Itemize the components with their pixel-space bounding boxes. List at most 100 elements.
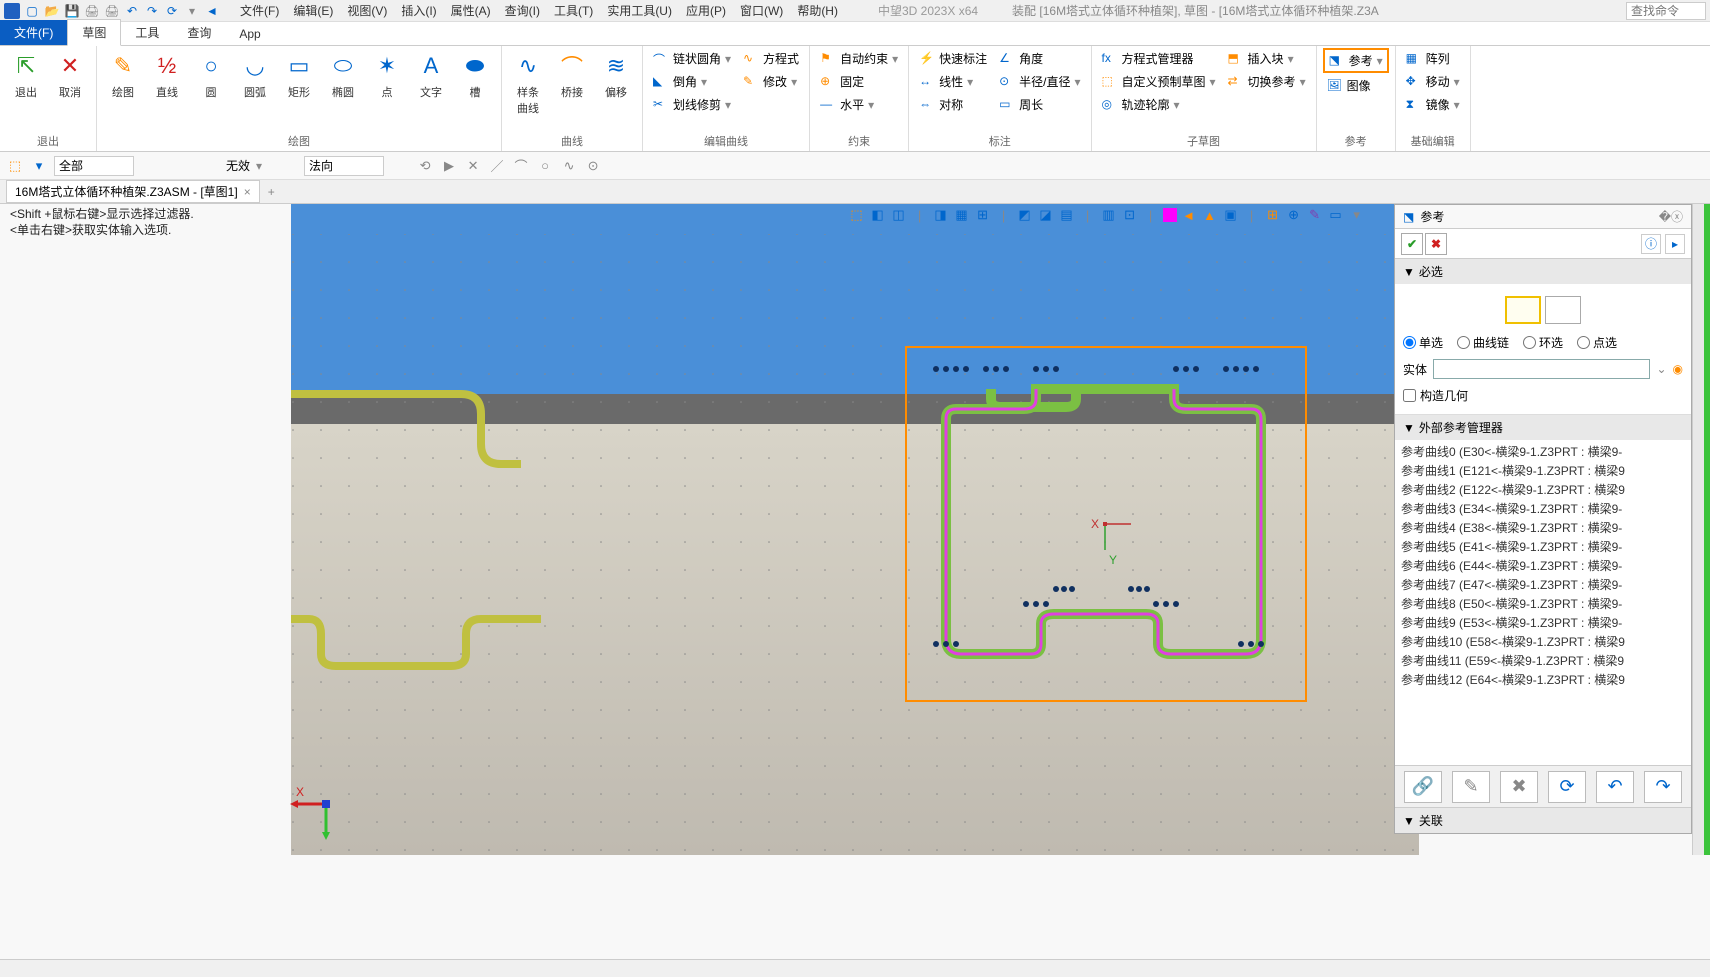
tab-query[interactable]: 查询 [173,20,225,45]
list-item[interactable]: 参考曲线4 (E38<-横梁9-1.Z3PRT : 横梁9- [1399,518,1687,537]
reference-button[interactable]: ⬔参考▾ [1323,48,1389,73]
menu-query[interactable]: 查询(I) [499,0,546,21]
ok-button[interactable]: ✔ [1401,233,1423,255]
link-button[interactable]: 🔗 [1404,771,1442,803]
vp-icon-19[interactable]: ▭ [1327,206,1345,224]
perimeter-button[interactable]: ▭周长 [995,94,1084,115]
entity-drop-icon[interactable]: ⌄ [1656,362,1666,376]
ref-mode-1[interactable] [1505,296,1541,324]
cancel-button[interactable]: ✕取消 [50,48,90,102]
section-required[interactable]: ▼ 必选 [1395,259,1691,284]
circle-button[interactable]: ○圆 [191,48,231,102]
play2-icon[interactable]: ▶ [440,157,458,175]
trace-button[interactable]: ◎轨迹轮廓▾ [1098,94,1220,115]
eqmgr-button[interactable]: fx方程式管理器 [1098,48,1220,69]
redo-ref-button[interactable]: ↷ [1644,771,1682,803]
section-mgr[interactable]: ▼ 外部参考管理器 [1395,415,1691,440]
vp-icon-2[interactable]: ◧ [869,206,887,224]
tab-app[interactable]: App [225,23,274,45]
fix-button[interactable]: ⊕固定 [816,71,902,92]
vp-icon-8[interactable]: ◪ [1037,206,1055,224]
invalid-drop[interactable]: ▾ [256,159,262,173]
menu-attr[interactable]: 属性(A) [445,0,497,21]
menu-help[interactable]: 帮助(H) [791,0,844,21]
tab-tools[interactable]: 工具 [121,20,173,45]
print-icon[interactable]: 🖨 [84,3,100,19]
info-button[interactable]: ⓘ [1641,234,1661,254]
entity-pick-icon[interactable]: ◉ [1673,362,1683,376]
radio-loop[interactable]: 环选 [1523,334,1563,351]
radius-button[interactable]: ⊙半径/直径▾ [995,71,1084,92]
mirror-button[interactable]: ⧗镜像▾ [1402,94,1464,115]
exit-button[interactable]: ⇱退出 [6,48,46,102]
entity-input[interactable] [1433,359,1650,379]
list-item[interactable]: 参考曲线1 (E121<-横梁9-1.Z3PRT : 横梁9 [1399,461,1687,480]
vp-icon-1[interactable]: ⬚ [848,206,866,224]
vp-icon-14[interactable]: ▲ [1201,206,1219,224]
radio-point[interactable]: 点选 [1577,334,1617,351]
list-item[interactable]: 参考曲线11 (E59<-横梁9-1.Z3PRT : 横梁9 [1399,651,1687,670]
delete-button[interactable]: ✖ [1500,771,1538,803]
play4-icon[interactable]: ／ [488,157,506,175]
auto-constraint-button[interactable]: ⚑自动约束▾ [816,48,902,69]
back-icon[interactable]: ◄ [204,3,220,19]
list-item[interactable]: 参考曲线12 (E64<-横梁9-1.Z3PRT : 横梁9 [1399,670,1687,689]
filter-combo[interactable]: 全部 [54,156,134,176]
spline-button[interactable]: ∿样条曲线 [508,48,548,118]
draw-button[interactable]: ✎绘图 [103,48,143,102]
expand-button[interactable]: ▸ [1665,234,1685,254]
vp-icon-13[interactable]: ◄ [1180,206,1198,224]
vp-icon-15[interactable]: ▣ [1222,206,1240,224]
equation-button[interactable]: ∿方程式 [739,48,803,69]
image-button[interactable]: 🖼图像 [1323,75,1389,96]
vp-icon-3[interactable]: ◫ [890,206,908,224]
edit-button[interactable]: ✎ [1452,771,1490,803]
list-item[interactable]: 参考曲线10 (E58<-横梁9-1.Z3PRT : 横梁9 [1399,632,1687,651]
text-button[interactable]: A文字 [411,48,451,102]
list-item[interactable]: 参考曲线0 (E30<-横梁9-1.Z3PRT : 横梁9- [1399,442,1687,461]
chain-fillet-button[interactable]: ⌒链状圆角▾ [649,48,735,69]
rect-button[interactable]: ▭矩形 [279,48,319,102]
new-icon[interactable]: ▢ [24,3,40,19]
list-item[interactable]: 参考曲线3 (E34<-横梁9-1.Z3PRT : 横梁9- [1399,499,1687,518]
vp-icon-9[interactable]: ▤ [1058,206,1076,224]
array-button[interactable]: ▦阵列 [1402,48,1464,69]
play8-icon[interactable]: ⊙ [584,157,602,175]
panel-close-icon[interactable]: �ⓧ [1659,208,1683,225]
search-command-input[interactable] [1626,2,1706,20]
list-item[interactable]: 参考曲线6 (E44<-横梁9-1.Z3PRT : 横梁9- [1399,556,1687,575]
vp-icon-11[interactable]: ⊡ [1121,206,1139,224]
horizontal-button[interactable]: —水平▾ [816,94,902,115]
vp-icon-16[interactable]: ⊞ [1264,206,1282,224]
list-item[interactable]: 参考曲线9 (E53<-横梁9-1.Z3PRT : 横梁9- [1399,613,1687,632]
list-item[interactable]: 参考曲线2 (E122<-横梁9-1.Z3PRT : 横梁9 [1399,480,1687,499]
refresh-all-button[interactable]: ⟳ [1548,771,1586,803]
radio-single[interactable]: 单选 [1403,334,1443,351]
play7-icon[interactable]: ∿ [560,157,578,175]
angle-button[interactable]: ∠角度 [995,48,1084,69]
drop-icon[interactable]: ▾ [184,3,200,19]
menu-tools[interactable]: 工具(T) [548,0,599,21]
vp-icon-18[interactable]: ✎ [1306,206,1324,224]
point-button[interactable]: ✶点 [367,48,407,102]
right-side-strip[interactable] [1692,204,1710,855]
menu-util[interactable]: 实用工具(U) [601,0,678,21]
line-button[interactable]: ½直线 [147,48,187,102]
save-icon[interactable]: 💾 [64,3,80,19]
symmetric-button[interactable]: ⇔对称 [915,94,991,115]
ref-mode-2[interactable] [1545,296,1581,324]
list-item[interactable]: 参考曲线5 (E41<-横梁9-1.Z3PRT : 横梁9- [1399,537,1687,556]
trim-button[interactable]: ✂划线修剪▾ [649,94,735,115]
tab-file[interactable]: 文件(F) [0,20,67,45]
vp-icon-17[interactable]: ⊕ [1285,206,1303,224]
ellipse-button[interactable]: ⬭椭圆 [323,48,363,102]
direction-combo[interactable]: 法向 [304,156,384,176]
undo-ref-button[interactable]: ↶ [1596,771,1634,803]
vp-icon-6[interactable]: ⊞ [974,206,992,224]
menu-insert[interactable]: 插入(I) [395,0,442,21]
refresh-icon[interactable]: ⟳ [164,3,180,19]
vp-icon-7[interactable]: ◩ [1016,206,1034,224]
insertblock-button[interactable]: ⬒插入块▾ [1224,48,1310,69]
list-item[interactable]: 参考曲线7 (E47<-横梁9-1.Z3PRT : 横梁9- [1399,575,1687,594]
play6-icon[interactable]: ○ [536,157,554,175]
